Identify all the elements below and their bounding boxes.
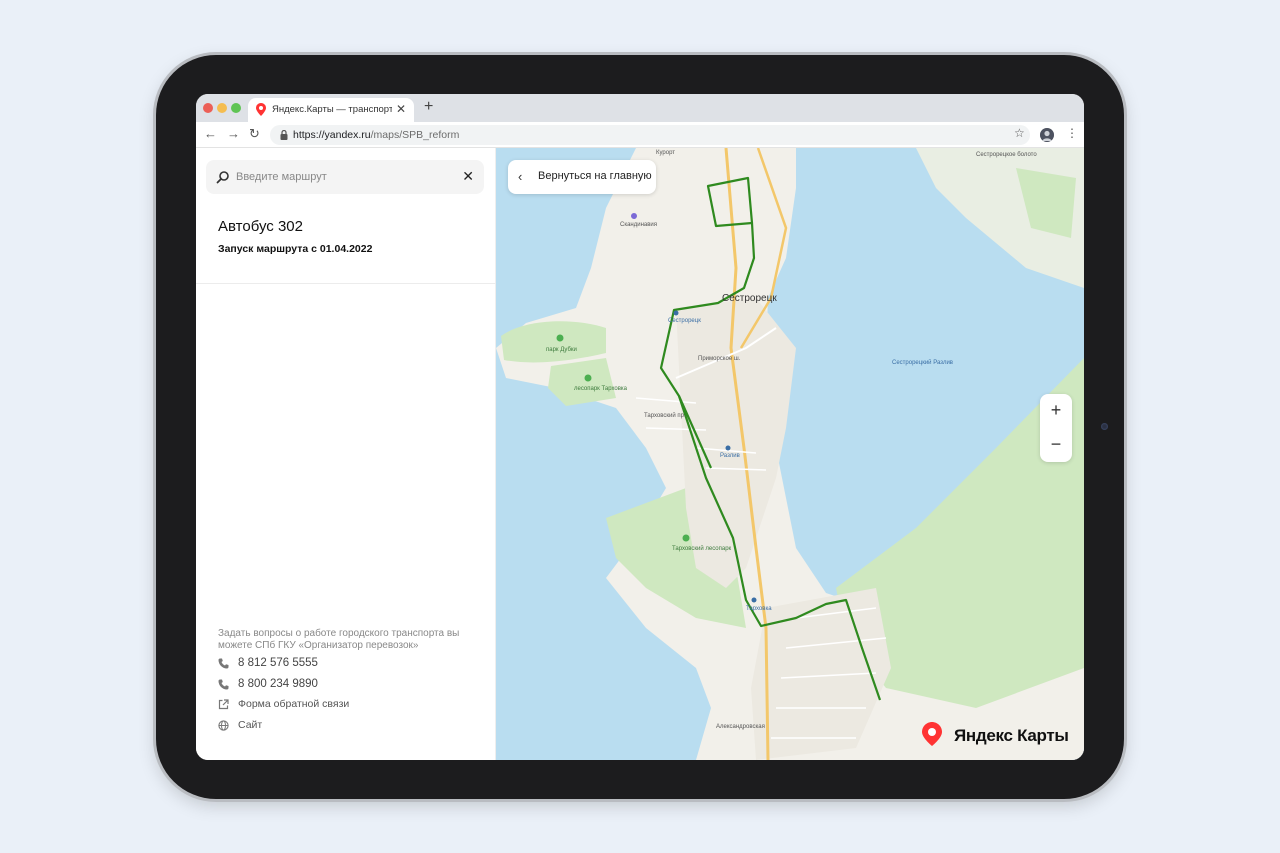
external-link-icon xyxy=(218,699,229,710)
search-icon xyxy=(216,171,229,184)
park-dubki-marker xyxy=(556,334,564,342)
browser-tab-bar: Яндекс.Карты — транспорт, на ✕ + xyxy=(196,94,1084,122)
station-marker xyxy=(725,445,731,451)
map-label-kurort: Курорт xyxy=(656,150,676,156)
browser-menu-icon[interactable]: ⋮ xyxy=(1066,126,1078,140)
contact-text: Форма обратной связи xyxy=(238,698,350,710)
yandex-maps-pin-icon xyxy=(922,722,942,746)
tablet-screen: Яндекс.Карты — транспорт, на ✕ + ← → ↻ h… xyxy=(196,94,1084,760)
contact-text: 8 800 234 9890 xyxy=(238,678,318,690)
url-path: /maps/SPB_reform xyxy=(370,129,460,141)
zoom-in-button[interactable]: + xyxy=(1040,394,1072,428)
search-input[interactable] xyxy=(236,168,446,186)
window-maximize-button[interactable] xyxy=(231,103,241,113)
avatar[interactable] xyxy=(1040,128,1054,142)
route-search[interactable]: ✕ xyxy=(206,160,484,194)
station-marker xyxy=(751,597,757,603)
url-text: https://yandex.ru/maps/SPB_reform xyxy=(293,129,459,141)
tarhovsky-lesopark-marker xyxy=(682,534,690,542)
avatar-image xyxy=(1040,128,1054,142)
station-marker xyxy=(673,310,679,316)
back-to-main-button[interactable]: ‹ Вернуться на главную xyxy=(508,160,656,194)
map-label-primorskoe-sh: Приморское ш. xyxy=(698,356,741,362)
tab-title: Яндекс.Карты — транспорт, на xyxy=(272,104,392,115)
globe-icon xyxy=(218,720,229,731)
browser-address-bar: ← → ↻ https://yandex.ru/maps/SPB_reform … xyxy=(196,122,1084,148)
map[interactable]: Сестрорецк Сестрорецк Разлив Тарховка Се… xyxy=(496,148,1084,760)
map-label-lesopark-tarhovka: лесопарк Тарховка xyxy=(574,386,628,392)
map-label-sestroretsk: Сестрорецк xyxy=(722,293,777,304)
map-forest xyxy=(501,321,606,363)
tab-close-icon[interactable]: ✕ xyxy=(396,102,406,116)
tablet-camera xyxy=(1101,423,1108,430)
sidebar: ✕ Автобус 302 Запуск маршрута с 01.04.20… xyxy=(196,148,496,760)
yandex-maps-pin-icon xyxy=(256,103,266,116)
logo-text: Яндекс Карты xyxy=(954,726,1069,745)
map-label-aleksandrovskaya: Александровская xyxy=(716,724,765,730)
url-host: https://yandex.ru xyxy=(293,129,371,141)
lesopark-tarhovka-marker xyxy=(584,374,592,382)
map-label-sestroretsky-razliv: Сестрорецкий Разлив xyxy=(892,360,953,366)
bookmark-star-icon[interactable]: ☆ xyxy=(1014,126,1025,140)
forward-arrow-icon[interactable]: → xyxy=(227,126,240,142)
new-tab-button[interactable]: + xyxy=(424,98,433,116)
phone-icon xyxy=(218,658,229,669)
url-field[interactable]: https://yandex.ru/maps/SPB_reform xyxy=(270,125,1030,145)
map-canvas xyxy=(496,148,1084,760)
window-minimize-button[interactable] xyxy=(217,103,227,113)
route-start-date: Запуск маршрута с 01.04.2022 xyxy=(218,243,373,255)
clear-search-icon[interactable]: ✕ xyxy=(462,168,474,184)
yandex-maps-logo[interactable]: Яндекс Карты xyxy=(922,722,1080,752)
divider xyxy=(196,283,496,284)
chevron-left-icon: ‹ xyxy=(518,169,523,184)
back-to-main-label: Вернуться на главную xyxy=(538,170,652,182)
lock-icon xyxy=(280,130,288,140)
reload-icon[interactable]: ↻ xyxy=(249,126,260,142)
browser-tab[interactable]: Яндекс.Карты — транспорт, на ✕ xyxy=(248,98,414,122)
map-label-tarhovsky-lesopark: Тарховский лесопарк xyxy=(672,546,732,552)
zoom-out-button[interactable]: − xyxy=(1040,428,1072,462)
info-text: Задать вопросы о работе городского транс… xyxy=(218,628,460,651)
zoom-control: + − xyxy=(1040,394,1072,462)
map-label-skandinavia: Скандинавия xyxy=(620,222,658,228)
map-label-razliv-station: Разлив xyxy=(720,453,740,459)
map-label-sestroretsk-station: Сестрорецк xyxy=(668,318,701,324)
back-arrow-icon[interactable]: ← xyxy=(204,126,217,142)
skandinavia-marker xyxy=(631,213,637,219)
route-title: Автобус 302 xyxy=(218,218,303,235)
map-label-tarhovka-station: Тарховка xyxy=(746,606,772,612)
contact-text: 8 812 576 5555 xyxy=(238,657,318,669)
map-label-sestroretskoe-bolota: Сестрорецкое болото xyxy=(976,152,1037,158)
map-label-tarkhovsky-pr: Тарховский пр. xyxy=(644,413,686,419)
window-close-button[interactable] xyxy=(203,103,213,113)
map-forest xyxy=(548,358,616,406)
contact-text: Сайт xyxy=(238,719,263,731)
tablet-frame: Яндекс.Карты — транспорт, на ✕ + ← → ↻ h… xyxy=(156,55,1124,799)
phone-icon xyxy=(218,679,229,690)
map-label-park-dubki: парк Дубки xyxy=(546,347,577,353)
